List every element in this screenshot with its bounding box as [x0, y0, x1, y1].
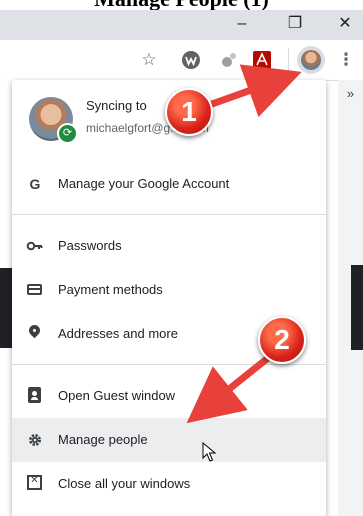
sync-badge-icon: ⟳ — [57, 123, 78, 144]
menu-item-label: Addresses and more — [58, 326, 178, 341]
location-pin-icon — [26, 322, 43, 339]
mouse-cursor-icon — [202, 442, 216, 462]
toolbar-separator — [288, 48, 289, 72]
divider — [12, 214, 326, 215]
google-icon: G — [29, 176, 41, 192]
profile-avatar-button[interactable] — [297, 46, 325, 74]
menu-item-label: Passwords — [58, 238, 122, 253]
restore-button[interactable]: ❐ — [272, 10, 318, 40]
extension-puzzle-icon[interactable] — [219, 50, 239, 70]
guest-badge-icon — [28, 387, 41, 403]
avatar-icon — [301, 50, 321, 70]
close-window-button[interactable]: ✕ — [322, 10, 363, 40]
menu-item-label: Close all your windows — [58, 476, 191, 491]
payment-methods-item[interactable]: Payment methods — [12, 268, 326, 312]
manage-google-account-item[interactable]: G Manage your Google Account — [12, 162, 326, 206]
minimize-button[interactable]: – — [219, 10, 265, 40]
divider — [12, 364, 326, 365]
menu-item-label: Payment methods — [58, 282, 163, 297]
key-icon — [26, 237, 44, 255]
page-background-right: » — [338, 80, 363, 516]
menu-item-label: Manage your Google Account — [58, 176, 230, 191]
credit-card-icon — [27, 284, 42, 295]
gear-icon — [26, 431, 44, 449]
adobe-pdf-icon[interactable] — [252, 50, 272, 70]
page-background-left — [0, 80, 12, 516]
star-icon[interactable]: ☆ — [139, 50, 159, 70]
step1-badge: 1 — [165, 88, 213, 136]
close-all-windows-item[interactable]: Close all your windows — [12, 462, 326, 506]
step2-badge: 2 — [258, 316, 306, 364]
bookmarks-overflow-icon[interactable]: » — [338, 86, 363, 101]
profile-menu: ⟳ Syncing to michaelgfort@g...l.com G Ma… — [12, 80, 326, 516]
window-titlebar: – ❐ ✕ — [0, 10, 363, 40]
menu-item-label: Open Guest window — [58, 388, 176, 403]
passwords-item[interactable]: Passwords — [12, 224, 326, 268]
page-caption: Manage People (1) — [0, 0, 363, 10]
close-windows-icon — [27, 475, 42, 490]
sync-title: Syncing to — [86, 98, 147, 113]
manage-people-item[interactable]: Manage people — [12, 418, 326, 462]
browser-toolbar: ☆ ⋮ — [0, 40, 363, 81]
open-guest-window-item[interactable]: Open Guest window — [12, 374, 326, 418]
more-menu-icon[interactable]: ⋮ — [336, 50, 356, 70]
menu-item-label: Manage people — [58, 432, 148, 447]
extension-w-icon[interactable] — [181, 50, 201, 70]
